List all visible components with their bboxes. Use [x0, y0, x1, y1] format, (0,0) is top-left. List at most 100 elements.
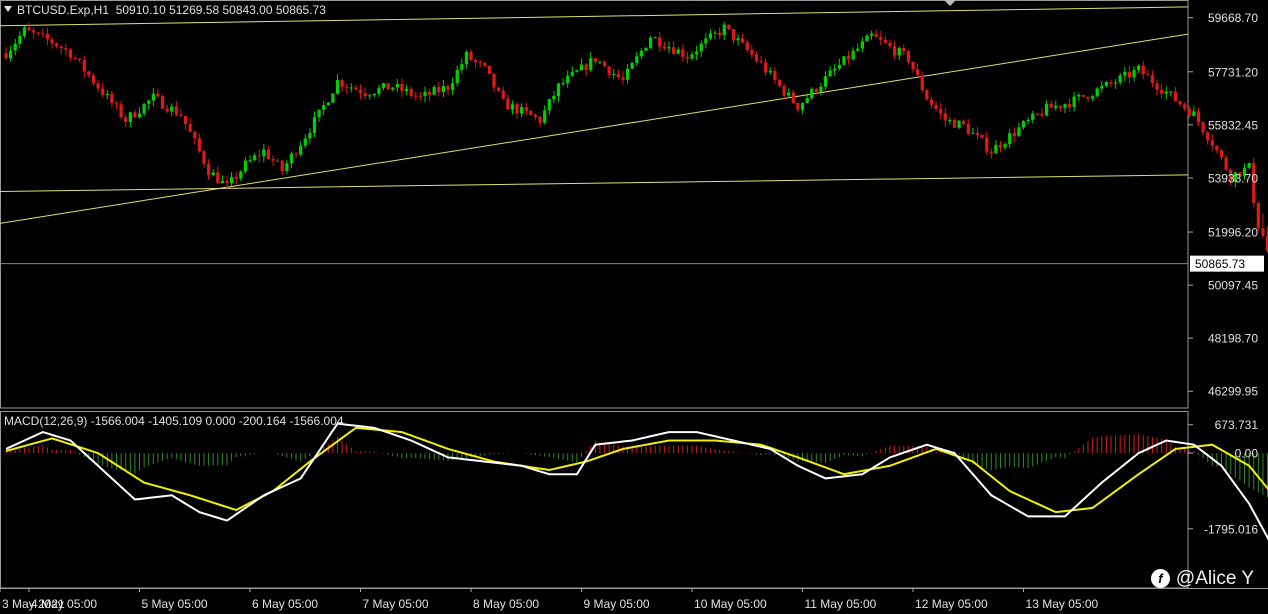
price-tick-label: 48198.70 [1208, 332, 1258, 346]
candle-body [524, 106, 528, 111]
candle-body [787, 92, 791, 96]
candle-body [395, 83, 399, 88]
candle-body [584, 64, 588, 71]
candle-body [1035, 113, 1039, 115]
candle-body [294, 153, 298, 155]
candle-body [142, 103, 146, 114]
candle-body [404, 89, 409, 92]
candle-body [464, 51, 469, 65]
candle-body [91, 75, 96, 84]
candle-body [170, 106, 174, 112]
candle-body [335, 79, 340, 94]
candle-body [174, 106, 178, 115]
candle-body [326, 102, 330, 106]
time-tick-label: 11 May 05:00 [805, 597, 877, 611]
chart-title: BTCUSD.Exp,H1 50910.10 51269.58 50843.00… [4, 3, 326, 17]
candle-body [1044, 103, 1049, 116]
candle-body [598, 61, 602, 63]
candle-body [441, 85, 446, 93]
candle-body [1118, 75, 1122, 83]
candle-body [800, 102, 805, 110]
candle-body [1067, 104, 1072, 108]
candle-body [276, 160, 280, 162]
price-tick-label: 55832.45 [1208, 118, 1258, 132]
candle-body [653, 37, 657, 39]
candle-body [989, 151, 993, 154]
candle-body [897, 48, 901, 56]
candle-body [248, 160, 252, 162]
candle-body [391, 87, 395, 90]
candle-body [796, 102, 800, 110]
candle-body [206, 164, 211, 176]
candle-body [133, 112, 137, 118]
candle-body [423, 91, 427, 97]
candle-body [566, 75, 570, 84]
candle-body [621, 77, 625, 80]
candle-body [105, 93, 109, 96]
time-tick-label: 4 May 05:00 [31, 597, 97, 611]
candle-body [750, 49, 754, 55]
candle-body [510, 104, 515, 110]
candle-body [575, 70, 579, 72]
price-tick-label: 46299.95 [1208, 385, 1258, 399]
symbol-label: BTCUSD.Exp,H1 [17, 3, 110, 17]
candle-body [363, 93, 367, 96]
candle-body [156, 93, 160, 97]
dropdown-triangle-icon[interactable] [4, 6, 12, 12]
candle-body [280, 160, 284, 172]
candle-body [777, 79, 782, 86]
time-tick-label: 6 May 05:00 [252, 597, 318, 611]
candle-body [948, 119, 952, 121]
candle-body [883, 39, 888, 43]
candle-body [386, 83, 390, 90]
candle-body [437, 87, 441, 93]
candle-body [579, 64, 584, 71]
candle-body [460, 64, 464, 70]
candle-body [906, 51, 911, 62]
candle-body [110, 93, 114, 104]
candle-body [478, 61, 482, 63]
brand-logo-icon: f [1150, 569, 1170, 588]
candle-body [1058, 105, 1062, 108]
candle-body [1137, 65, 1141, 70]
candle-body [1150, 75, 1155, 84]
candle-body [1187, 108, 1191, 117]
candle-body [1164, 91, 1168, 94]
candle-body [262, 149, 266, 157]
candle-body [501, 90, 505, 99]
candle-body [1196, 111, 1201, 123]
candle-body [45, 33, 50, 40]
candle-body [239, 171, 243, 179]
candle-body [1109, 82, 1113, 84]
candle-body [1146, 74, 1150, 76]
candle-body [4, 53, 8, 59]
candle-body [764, 62, 768, 73]
candle-body [243, 160, 248, 172]
candle-body [971, 132, 975, 134]
candle-body [639, 50, 643, 57]
candle-body [340, 79, 344, 87]
candle-body [1003, 144, 1007, 148]
candle-body [759, 60, 763, 63]
candle-body [165, 108, 169, 112]
candle-body [358, 89, 363, 94]
candle-body [446, 85, 450, 90]
candle-body [860, 41, 864, 49]
candles-group [4, 21, 1268, 254]
current-price-label: 50865.73 [1195, 257, 1245, 271]
candle-body [188, 124, 192, 132]
candle-body [18, 35, 22, 44]
candle-body [736, 38, 740, 41]
candle-body [1173, 91, 1178, 102]
candle-body [193, 131, 197, 139]
candle-body [846, 56, 851, 60]
candle-body [253, 155, 257, 161]
candle-body [119, 104, 123, 118]
candle-body [229, 176, 234, 184]
time-tick-label: 7 May 05:00 [363, 597, 429, 611]
time-tick-label: 9 May 05:00 [584, 597, 650, 611]
candle-body [1224, 157, 1228, 170]
candle-body [1049, 103, 1053, 108]
candle-body [731, 28, 736, 41]
candle-body [55, 43, 59, 47]
